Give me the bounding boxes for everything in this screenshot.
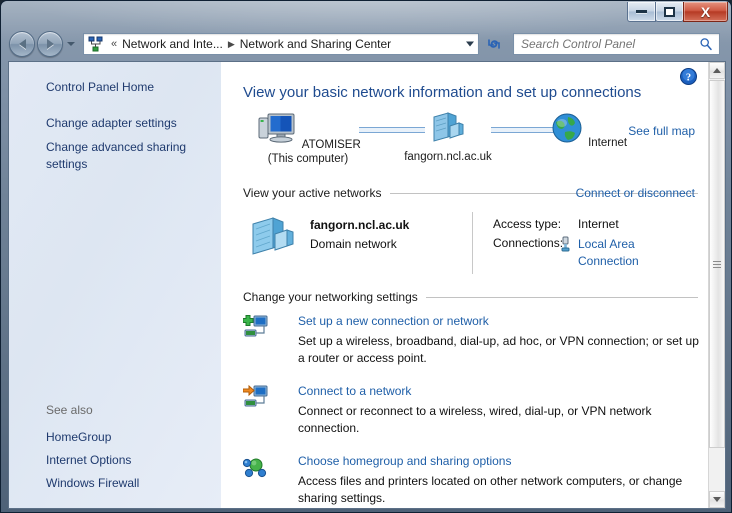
content-pane: ? View your basic network information an…	[222, 62, 725, 508]
task-description: Set up a wireless, broadband, dial-up, a…	[298, 333, 708, 367]
forward-button[interactable]	[37, 31, 63, 57]
active-network-divider	[472, 212, 473, 274]
map-node-label: ATOMISER	[302, 139, 361, 151]
new-connection-icon	[243, 314, 269, 340]
sidebar-item-control-panel-home[interactable]: Control Panel Home	[46, 79, 211, 96]
back-button[interactable]	[9, 31, 35, 57]
connect-network-icon	[243, 384, 269, 410]
breadcrumb-separator-icon[interactable]: ▶	[225, 39, 238, 50]
page-title: View your basic network information and …	[243, 84, 641, 101]
forward-arrow-icon	[47, 39, 54, 49]
domain-network-icon	[247, 214, 299, 262]
minimize-icon	[636, 10, 647, 13]
triangle-up-icon	[713, 68, 721, 73]
breadcrumb-item-network-and-sharing-center[interactable]: Network and Sharing Center	[238, 37, 393, 51]
active-networks-heading-text: View your active networks	[243, 186, 382, 200]
map-node-domain[interactable]: fangorn.ncl.ac.uk	[393, 110, 503, 164]
globe-icon	[549, 110, 585, 146]
networking-settings-heading-text: Change your networking settings	[243, 290, 418, 304]
homegroup-icon	[243, 454, 269, 480]
task-title[interactable]: Set up a new connection or network	[298, 314, 489, 328]
vertical-scrollbar[interactable]	[708, 62, 725, 508]
map-node-label: Internet	[588, 137, 627, 149]
computer-icon	[255, 110, 299, 148]
section-divider	[426, 297, 698, 298]
close-button[interactable]: X	[683, 2, 728, 22]
network-map: ATOMISER (This computer) fangorn.ncl.ac.…	[243, 110, 683, 172]
sidebar-item-homegroup[interactable]: HomeGroup	[46, 429, 211, 446]
map-node-internet[interactable]: Internet	[533, 110, 643, 150]
minimize-button[interactable]	[627, 2, 656, 22]
task-title[interactable]: Connect to a network	[298, 384, 411, 398]
map-node-this-computer[interactable]: ATOMISER (This computer)	[243, 110, 373, 166]
map-node-sublabel: (This computer)	[243, 152, 373, 166]
active-network-name: fangorn.ncl.ac.uk	[310, 218, 409, 232]
address-bar[interactable]: « Network and Inte... ▶ Network and Shar…	[83, 33, 479, 55]
see-also-label: See also	[46, 403, 93, 417]
refresh-button[interactable]	[481, 32, 507, 56]
sidebar-item-change-advanced-sharing-settings[interactable]: Change advanced sharing settings	[46, 139, 211, 173]
maximize-icon	[664, 7, 675, 17]
caption-buttons: X	[628, 2, 728, 22]
close-icon: X	[701, 5, 710, 19]
help-icon[interactable]: ?	[680, 68, 697, 85]
search-icon	[699, 37, 713, 51]
access-type-label: Access type:	[493, 217, 561, 231]
server-icon	[428, 110, 468, 146]
sidebar: Control Panel Home Change adapter settin…	[9, 62, 222, 508]
network-folder-icon	[88, 36, 104, 52]
client-area: Control Panel Home Change adapter settin…	[8, 61, 726, 509]
search-box[interactable]	[513, 33, 720, 55]
local-area-connection-link[interactable]: Local Area Connection	[578, 236, 664, 270]
window: X « Network and I	[0, 0, 732, 513]
task-description: Connect or reconnect to a wireless, wire…	[298, 403, 708, 437]
task-description: Access files and printers located on oth…	[298, 473, 708, 507]
sidebar-item-change-adapter-settings[interactable]: Change adapter settings	[46, 115, 211, 132]
breadcrumb-overflow[interactable]: «	[108, 38, 120, 50]
address-chevron-down-icon[interactable]	[466, 42, 474, 47]
svg-text:?: ?	[686, 72, 691, 83]
grip-icon	[713, 261, 721, 268]
connections-label: Connections:	[493, 236, 563, 250]
see-full-map-link[interactable]: See full map	[628, 124, 695, 138]
triangle-down-icon	[713, 497, 721, 502]
sidebar-item-internet-options[interactable]: Internet Options	[46, 452, 211, 469]
active-network-type: Domain network	[310, 237, 397, 251]
sidebar-item-windows-firewall[interactable]: Windows Firewall	[46, 475, 211, 492]
connect-or-disconnect-link[interactable]: Connect or disconnect	[576, 186, 695, 200]
search-input[interactable]	[514, 34, 719, 54]
navigation-buttons	[9, 31, 75, 57]
scrollbar-thumb[interactable]	[709, 80, 725, 448]
access-type-value: Internet	[578, 217, 619, 231]
scroll-up-button[interactable]	[709, 62, 725, 79]
network-adapter-icon	[559, 236, 572, 252]
networking-settings-heading: Change your networking settings	[243, 290, 698, 304]
breadcrumb-item-network-and-internet[interactable]: Network and Inte...	[120, 37, 225, 51]
scroll-down-button[interactable]	[709, 491, 725, 508]
toolbar: « Network and Inte... ▶ Network and Shar…	[1, 29, 732, 59]
task-title[interactable]: Choose homegroup and sharing options	[298, 454, 511, 468]
recent-pages-chevron-down-icon[interactable]	[67, 42, 75, 46]
maximize-button[interactable]	[655, 2, 684, 22]
back-arrow-icon	[19, 39, 26, 49]
refresh-icon	[486, 36, 502, 52]
map-node-label: fangorn.ncl.ac.uk	[404, 151, 492, 163]
